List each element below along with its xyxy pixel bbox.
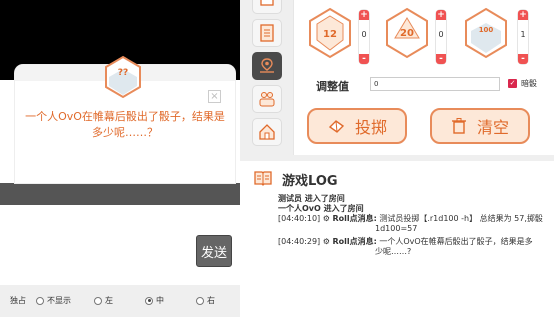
- radio-center-label: 中: [156, 296, 164, 305]
- sidebar-item-players[interactable]: [252, 85, 282, 113]
- d100-plus-button[interactable]: +: [518, 10, 528, 20]
- sidebar-item-map[interactable]: [252, 52, 282, 80]
- display-mode-radios: 独占 不显示 左 中 右: [0, 295, 240, 309]
- chat-toolbar: [0, 183, 240, 205]
- adjust-value-input[interactable]: 0: [370, 77, 500, 91]
- log-tag: Roll点消息:: [332, 237, 377, 246]
- radio-left-label: 左: [105, 296, 113, 305]
- popup-dice-value: ??: [118, 68, 128, 78]
- d100-count: 1: [520, 30, 526, 39]
- log-line-3: [04:40:10] ⚙ Roll点消息: 测试员投掷【.r1d100 -h】 …: [278, 214, 550, 224]
- document-icon: [260, 24, 274, 42]
- clear-button[interactable]: 清空: [430, 108, 530, 144]
- d20-count: 0: [438, 30, 444, 39]
- dark-roll-label: 暗骰: [521, 79, 537, 88]
- log-line-4: [04:40:29] ⚙ Roll点消息: 一个人OvO在帷幕后骰出了骰子，结果…: [278, 237, 550, 247]
- dice-throw-icon: [328, 120, 345, 133]
- log-line-1: 测试员 进入了房间: [278, 194, 345, 203]
- roll-badge-icon: ⚙: [322, 214, 330, 223]
- d100-counter: + 1 -: [518, 10, 528, 64]
- send-button[interactable]: 发送: [196, 235, 232, 267]
- d20-minus-button[interactable]: -: [436, 54, 446, 64]
- clear-button-label: 清空: [476, 118, 509, 137]
- app-root: × 一个人OvO在帷幕后骰出了骰子，结果是多少呢……？ ?? 发送 独占 不显示…: [0, 0, 554, 317]
- log-text: 测试员投掷【.r1d100 -h】 总结果为 57,掷骰: [379, 214, 543, 223]
- log-timestamp: [04:40:29]: [278, 237, 321, 246]
- sidebar-item-cards[interactable]: [252, 0, 282, 14]
- d12-counter: + 0 -: [359, 10, 369, 64]
- d20-label: 20: [400, 28, 414, 39]
- trash-icon: [451, 118, 466, 134]
- d12-count: 0: [361, 30, 367, 39]
- log-line-3-cont: 1d100=57: [375, 224, 418, 233]
- d100-minus-button[interactable]: -: [518, 54, 528, 64]
- radio-center[interactable]: 中: [145, 295, 164, 306]
- d12-plus-button[interactable]: +: [359, 10, 369, 20]
- log-line-2: 一个人OvO 进入了房间: [278, 204, 364, 213]
- radio-right-label: 右: [207, 296, 215, 305]
- close-icon[interactable]: ×: [208, 90, 221, 103]
- popup-message: 一个人OvO在帷幕后骰出了骰子，结果是多少呢……？: [25, 110, 225, 139]
- d100-dice-icon: ??: [105, 55, 141, 99]
- d12-dice-icon[interactable]: 12: [307, 6, 353, 60]
- radio-hidden-label: 不显示: [47, 296, 71, 305]
- log-timestamp: [04:40:10]: [278, 214, 321, 223]
- adjust-label: 调整值: [316, 80, 349, 93]
- roll-button[interactable]: 投掷: [307, 108, 407, 144]
- radio-left-circle: [94, 296, 102, 305]
- book-icon: [254, 171, 272, 186]
- sidebar-item-room[interactable]: [252, 118, 282, 146]
- users-icon: [259, 92, 275, 107]
- house-icon: [259, 124, 275, 140]
- location-pin-icon: [260, 58, 274, 73]
- radio-left[interactable]: 左: [94, 295, 113, 306]
- log-tag: Roll点消息:: [332, 214, 377, 223]
- roll-button-label: 投掷: [354, 118, 387, 137]
- radio-hidden-circle: [36, 296, 44, 305]
- dark-roll-checkbox[interactable]: ✓: [508, 79, 517, 88]
- radio-exclusive-label: 独占: [10, 296, 26, 305]
- d20-counter: + 0 -: [436, 10, 446, 64]
- d12-minus-button[interactable]: -: [359, 54, 369, 64]
- sidebar-item-notes[interactable]: [252, 19, 282, 47]
- radio-right[interactable]: 右: [196, 295, 215, 306]
- radio-exclusive[interactable]: 独占: [0, 295, 26, 306]
- radio-center-circle: [145, 296, 153, 305]
- d20-dice-icon[interactable]: 20: [384, 6, 430, 60]
- radio-right-circle: [196, 296, 204, 305]
- d100-selector-icon[interactable]: 100: [463, 6, 509, 60]
- d100-label: 100: [479, 26, 494, 34]
- log-text: 一个人OvO在帷幕后骰出了骰子，结果是多: [379, 237, 533, 246]
- d20-plus-button[interactable]: +: [436, 10, 446, 20]
- roll-badge-icon: ⚙: [322, 237, 330, 246]
- log-title: 游戏LOG: [282, 174, 338, 189]
- log-line-4-cont: 少呢……?: [375, 247, 412, 256]
- radio-hidden[interactable]: 不显示: [36, 295, 71, 306]
- card-icon: [260, 0, 274, 6]
- d12-label: 12: [323, 29, 337, 40]
